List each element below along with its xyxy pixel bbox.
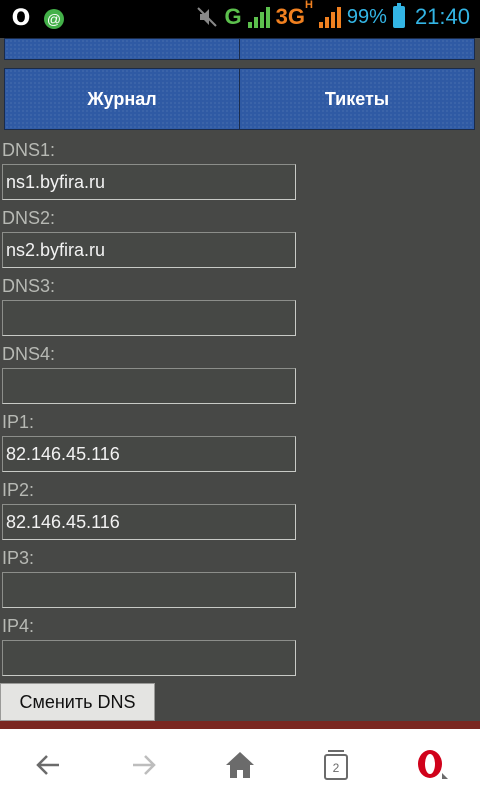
ip3-label: IP3: — [2, 548, 35, 568]
battery-icon — [392, 3, 405, 28]
change-dns-button[interactable]: Сменить DNS — [0, 683, 155, 721]
ip1-field: IP1: — [0, 408, 300, 476]
network-3g-indicator: 3GH — [275, 0, 313, 29]
home-icon — [226, 751, 254, 778]
forward-button[interactable] — [120, 741, 168, 789]
ip4-input[interactable] — [2, 640, 296, 676]
system-indicators: G 3GH 99% 21:40 — [196, 0, 470, 30]
nav-button-partial-right[interactable] — [239, 39, 474, 59]
ip3-input[interactable] — [2, 572, 296, 608]
browser-toolbar: 2 — [0, 729, 480, 800]
dns3-input[interactable] — [2, 300, 296, 336]
opera-notification-icon: O — [11, 6, 31, 31]
forward-arrow-icon — [133, 754, 156, 775]
opera-menu-icon — [418, 749, 448, 779]
opera-menu-button[interactable] — [408, 741, 456, 789]
dns2-label: DNS2: — [2, 208, 56, 228]
signal-strength-3g-icon — [318, 6, 341, 28]
status-bar: O @ G 3GH 99% 21:40 — [0, 0, 480, 38]
nav-row-partial — [4, 38, 475, 60]
ip1-label: IP1: — [2, 412, 35, 432]
home-button[interactable] — [216, 741, 264, 789]
ip2-field: IP2: — [0, 476, 300, 544]
back-arrow-icon — [36, 754, 59, 775]
dns1-label: DNS1: — [2, 140, 56, 160]
dns3-label: DNS3: — [2, 276, 56, 296]
whatsapp-notification-icon: @ — [44, 9, 64, 29]
ip3-field: IP3: — [0, 544, 300, 612]
tabs-button[interactable]: 2 — [312, 741, 360, 789]
dns4-input[interactable] — [2, 368, 296, 404]
dns2-input[interactable] — [2, 232, 296, 268]
tickets-button[interactable]: Тикеты — [239, 69, 474, 129]
ip1-input[interactable] — [2, 436, 296, 472]
tabs-count: 2 — [333, 761, 340, 775]
ip2-input[interactable] — [2, 504, 296, 540]
dns4-label: DNS4: — [2, 344, 56, 364]
dns2-field: DNS2: — [0, 204, 300, 272]
ip2-label: IP2: — [2, 480, 35, 500]
footer-strip — [0, 721, 480, 729]
back-button[interactable] — [24, 741, 72, 789]
battery-percent: 99% — [346, 5, 387, 28]
ip4-label: IP4: — [2, 616, 35, 636]
nav-row: Журнал Тикеты — [4, 68, 475, 130]
dns1-field: DNS1: — [0, 136, 300, 204]
notification-icons: O @ — [10, 6, 64, 32]
dns3-field: DNS3: — [0, 272, 300, 340]
ip4-field: IP4: — [0, 612, 300, 680]
signal-strength-icon — [247, 6, 270, 28]
network-g-indicator: G — [224, 4, 242, 29]
dns1-input[interactable] — [2, 164, 296, 200]
mute-icon — [197, 7, 218, 27]
clock: 21:40 — [414, 4, 470, 29]
dns4-field: DNS4: — [0, 340, 300, 408]
nav-button-partial-left[interactable] — [5, 39, 239, 59]
tabs-icon: 2 — [324, 749, 348, 780]
journal-button[interactable]: Журнал — [5, 69, 239, 129]
dns-form: DNS1: DNS2: DNS3: DNS4: IP1: IP2: IP3: I… — [0, 136, 300, 680]
